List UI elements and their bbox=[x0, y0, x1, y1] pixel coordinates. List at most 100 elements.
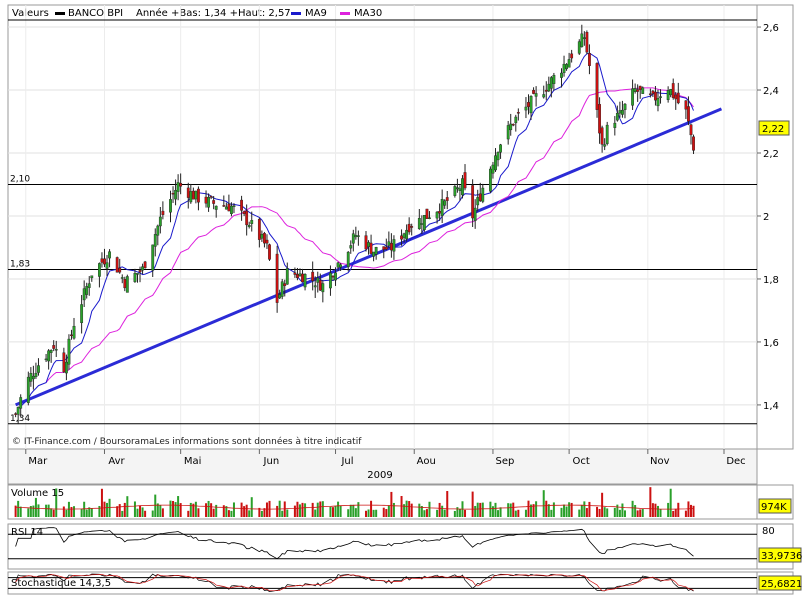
rsi-tick-80: 80 bbox=[762, 526, 775, 537]
volume-bar bbox=[598, 508, 601, 517]
candle-body bbox=[473, 207, 477, 221]
volume-bar bbox=[319, 501, 322, 517]
candle-body bbox=[417, 218, 421, 230]
candle-body bbox=[280, 281, 284, 297]
candle-body bbox=[141, 266, 144, 271]
candle-body bbox=[52, 345, 56, 349]
stochastic-panel bbox=[7, 571, 758, 595]
legend-banco-bpi: BANCO BPI bbox=[68, 8, 123, 19]
volume-bar bbox=[301, 502, 304, 517]
candle-body bbox=[64, 361, 68, 374]
candle-body bbox=[494, 155, 497, 171]
volume-bar bbox=[613, 507, 616, 517]
candle-body bbox=[334, 272, 337, 281]
candle-body bbox=[633, 88, 637, 92]
candle-body bbox=[105, 262, 109, 269]
month-tick-label: Oct bbox=[572, 456, 589, 467]
candle-body bbox=[138, 270, 142, 273]
candle-body bbox=[496, 152, 500, 161]
candle-body bbox=[420, 223, 424, 225]
volume-bar bbox=[314, 509, 317, 517]
volume-bar bbox=[311, 502, 314, 517]
candle-body bbox=[615, 112, 619, 121]
volume-bar bbox=[634, 505, 637, 517]
volume-bar bbox=[141, 507, 144, 517]
volume-bar bbox=[563, 504, 566, 517]
volume-bar bbox=[83, 501, 86, 517]
candle-body bbox=[364, 235, 368, 250]
candle-body bbox=[14, 413, 18, 415]
volume-bar bbox=[151, 510, 154, 517]
volume-bar bbox=[639, 509, 642, 517]
candle-body bbox=[87, 283, 91, 288]
candle-body bbox=[120, 277, 124, 279]
volume-bar bbox=[656, 505, 659, 517]
volume-last-label: 974K bbox=[761, 502, 787, 513]
volume-bar bbox=[337, 501, 340, 517]
candle-body bbox=[257, 219, 261, 240]
candle-body bbox=[194, 190, 198, 200]
volume-bar bbox=[372, 509, 375, 517]
candle-body bbox=[34, 372, 38, 378]
volume-bar bbox=[298, 504, 301, 517]
price-tick-label: 1,8 bbox=[763, 275, 779, 286]
volume-bar bbox=[545, 500, 548, 517]
candle-body bbox=[565, 64, 568, 70]
candle-body bbox=[435, 211, 439, 219]
price-panel bbox=[7, 4, 758, 450]
volume-bar bbox=[250, 497, 253, 517]
candle-body bbox=[456, 187, 459, 190]
candle-body bbox=[212, 200, 216, 204]
candle-body bbox=[321, 283, 325, 293]
candle-body bbox=[453, 186, 457, 196]
candle-body bbox=[659, 96, 662, 98]
volume-title: Volume 15 bbox=[11, 488, 64, 499]
volume-bar bbox=[507, 503, 510, 517]
volume-bar bbox=[106, 502, 109, 517]
volume-bar bbox=[659, 508, 662, 517]
candle-body bbox=[133, 273, 137, 282]
volume-bar bbox=[321, 501, 324, 517]
volume-bar bbox=[212, 508, 215, 517]
candle-body bbox=[298, 273, 302, 277]
reference-line-label: 1,34 bbox=[10, 414, 30, 424]
candle-body bbox=[336, 262, 340, 268]
candle-body bbox=[524, 106, 528, 111]
candle-body bbox=[595, 63, 599, 110]
reference-line-label: 2,10 bbox=[10, 174, 30, 184]
candle-body bbox=[676, 92, 680, 104]
candle-body bbox=[278, 294, 282, 299]
volume-bar bbox=[205, 503, 208, 517]
candle-body bbox=[687, 106, 690, 122]
volume-bar bbox=[489, 501, 492, 517]
volume-bar bbox=[677, 502, 680, 517]
volume-bar bbox=[136, 508, 139, 517]
price-tick-label: 2 bbox=[763, 212, 769, 223]
volume-bar bbox=[441, 505, 444, 517]
candle-body bbox=[222, 205, 226, 207]
candle-body bbox=[514, 116, 518, 124]
volume-bar bbox=[392, 502, 395, 517]
month-tick-label: Mar bbox=[28, 456, 48, 467]
volume-bar bbox=[410, 503, 413, 517]
volume-bar bbox=[623, 510, 626, 517]
candle-body bbox=[516, 112, 520, 114]
candle-body bbox=[499, 144, 502, 153]
volume-bar bbox=[692, 505, 695, 517]
candle-body bbox=[354, 235, 358, 238]
candle-body bbox=[174, 190, 177, 200]
volume-bar bbox=[248, 510, 251, 517]
volume-bar bbox=[243, 506, 246, 517]
volume-bar bbox=[565, 506, 568, 517]
rsi-title: RSI 14 bbox=[11, 527, 43, 538]
candle-body bbox=[19, 397, 23, 409]
candle-body bbox=[509, 123, 513, 131]
volume-bar bbox=[674, 509, 677, 517]
volume-bar bbox=[423, 510, 426, 517]
candle-body bbox=[438, 211, 442, 214]
candle-body bbox=[567, 59, 571, 68]
volume-bar bbox=[329, 506, 332, 517]
candle-body bbox=[125, 276, 129, 293]
volume-bar bbox=[438, 502, 441, 517]
candle-body bbox=[654, 91, 657, 101]
